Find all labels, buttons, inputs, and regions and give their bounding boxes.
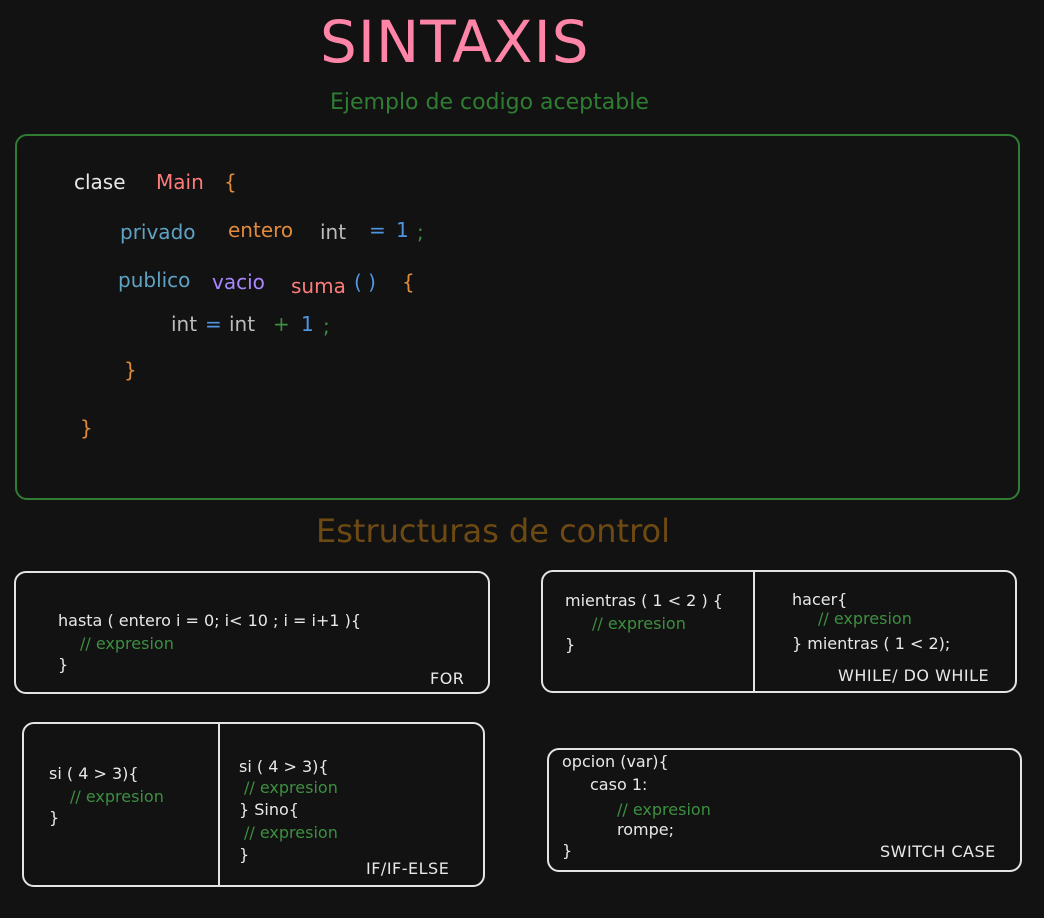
section-title: Estructuras de control <box>316 512 670 550</box>
method-name: suma <box>291 274 346 298</box>
if-close-brace: } <box>49 808 60 827</box>
for-box <box>14 571 490 694</box>
dowhile-comment: // expresion <box>818 609 912 628</box>
method-close-brace: } <box>124 358 137 382</box>
keyword-clase: clase <box>74 170 126 194</box>
for-close-brace: } <box>58 655 69 674</box>
for-comment: // expresion <box>80 634 174 653</box>
while-line-1: mientras ( 1 < 2 ) { <box>565 591 723 610</box>
semicolon: ; <box>417 220 424 244</box>
ifelse-line-3: } Sino{ <box>239 800 299 819</box>
switch-label: SWITCH CASE <box>880 842 996 861</box>
switch-case: caso 1: <box>590 775 648 794</box>
subtitle: Ejemplo de codigo aceptable <box>330 90 649 115</box>
page-title: SINTAXIS <box>320 8 590 76</box>
var-int: int <box>320 220 347 244</box>
semicolon-2: ; <box>323 314 330 338</box>
dowhile-line-3: } mientras ( 1 < 2); <box>792 634 951 653</box>
for-label: FOR <box>430 669 465 688</box>
ifelse-close-brace: } <box>239 845 250 864</box>
var-int-rhs: int <box>229 312 256 336</box>
plus-operator: + <box>273 312 290 336</box>
keyword-privado: privado <box>120 220 196 244</box>
assign-operator-2: = <box>205 312 222 336</box>
switch-close-brace: } <box>562 841 573 860</box>
switch-comment: // expresion <box>617 800 711 819</box>
var-int-lhs: int <box>171 312 198 336</box>
number-literal: 1 <box>396 218 409 242</box>
if-comment: // expresion <box>70 787 164 806</box>
class-name: Main <box>156 170 204 194</box>
class-open-brace: { <box>224 170 237 194</box>
if-label: IF/IF-ELSE <box>366 859 450 878</box>
number-literal-2: 1 <box>301 312 314 336</box>
switch-line-1: opcion (var){ <box>562 752 669 771</box>
assign-operator: = <box>369 218 386 242</box>
ifelse-line-1: si ( 4 > 3){ <box>239 757 329 776</box>
ifelse-comment-2: // expresion <box>244 823 338 842</box>
switch-break: rompe; <box>617 820 674 839</box>
type-entero: entero <box>228 218 294 242</box>
while-comment: // expresion <box>592 614 686 633</box>
method-parens: ( ) <box>354 270 376 294</box>
while-label: WHILE/ DO WHILE <box>838 666 990 685</box>
if-line-1: si ( 4 > 3){ <box>49 764 139 783</box>
type-vacio: vacio <box>212 270 265 294</box>
if-divider <box>218 722 220 886</box>
while-divider <box>753 570 755 692</box>
ifelse-comment-1: // expresion <box>244 778 338 797</box>
keyword-publico: publico <box>118 268 191 292</box>
class-close-brace: } <box>80 416 93 440</box>
while-close-brace: } <box>565 635 576 654</box>
method-open-brace: { <box>402 270 415 294</box>
dowhile-line-1: hacer{ <box>792 590 848 609</box>
for-line-1: hasta ( entero i = 0; i< 10 ; i = i+1 ){ <box>58 611 362 630</box>
